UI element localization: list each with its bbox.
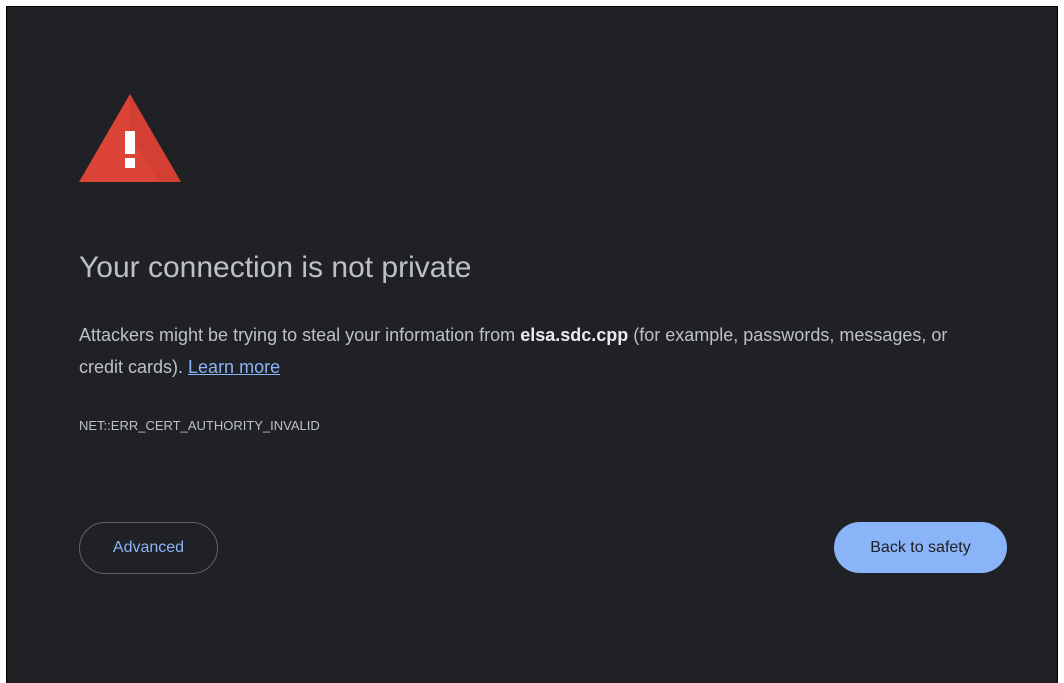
error-message: Attackers might be trying to steal your … — [79, 319, 979, 383]
message-text-before: Attackers might be trying to steal your … — [79, 325, 521, 345]
interstitial-page: Your connection is not private Attackers… — [6, 6, 1058, 683]
learn-more-link[interactable]: Learn more — [188, 357, 280, 377]
back-to-safety-button[interactable]: Back to safety — [834, 522, 1007, 573]
page-title: Your connection is not private — [79, 251, 472, 284]
site-domain: elsa.sdc.cpp — [520, 325, 629, 345]
error-code: NET::ERR_CERT_AUTHORITY_INVALID — [79, 418, 320, 433]
warning-triangle-icon — [79, 94, 181, 182]
advanced-button[interactable]: Advanced — [79, 522, 218, 574]
